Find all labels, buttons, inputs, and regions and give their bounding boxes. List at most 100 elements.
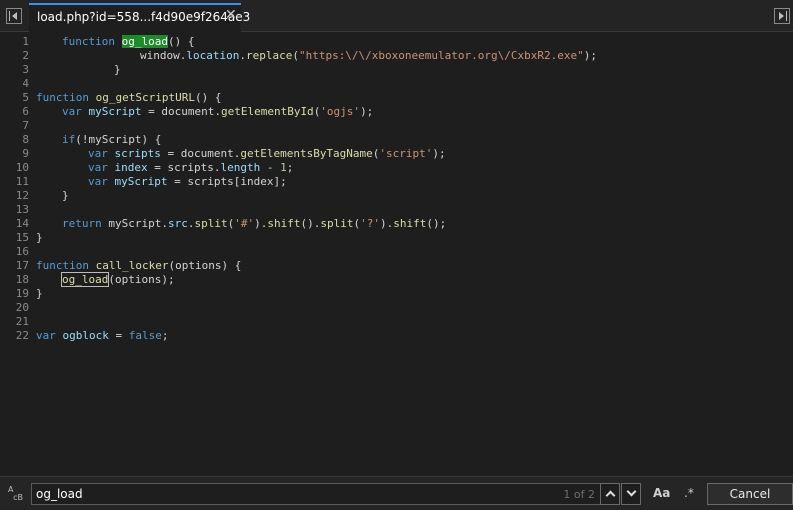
code-line: function call_locker(options) { <box>36 259 241 273</box>
code-line: function og_getScriptURL() { <box>36 91 221 105</box>
search-input[interactable]: og_load 1 of 2 <box>31 483 601 505</box>
chevron-down-icon <box>626 486 637 497</box>
line-number: 18 <box>15 273 29 286</box>
line-number-gutter: 1 2 3 4 5 6 7 8 9 10 11 12 13 14 15 16 1… <box>0 32 29 476</box>
line-number: 20 <box>15 301 29 314</box>
code-content[interactable]: function og_load() { window.location.rep… <box>36 32 786 476</box>
code-token: ; <box>161 329 169 342</box>
code-token: getElementsByTagName <box>240 147 373 160</box>
variable: ogblock <box>62 329 109 342</box>
next-match-button[interactable] <box>621 483 641 505</box>
variable: index <box>114 161 148 174</box>
line-number: 1 <box>22 35 29 48</box>
line-number: 13 <box>15 203 29 216</box>
code-token: myScript. <box>101 217 168 230</box>
function-name: og_getScriptURL <box>95 91 195 104</box>
code-token: (); <box>426 217 447 230</box>
code-token: = scripts[index]; <box>167 175 287 188</box>
string-literal: "https:\/\/xboxoneemulator.org\/CxbxR2.e… <box>298 49 584 62</box>
variable: scripts <box>114 147 161 160</box>
code-token: (options) { <box>168 259 242 272</box>
code-token: ). <box>254 217 268 230</box>
code-token: . <box>239 49 246 62</box>
code-token: ); <box>432 147 446 160</box>
code-line: og_load(options); <box>60 272 175 287</box>
code-token: shift <box>393 217 427 230</box>
search-input-value: og_load <box>36 487 83 501</box>
line-number: 11 <box>15 175 29 188</box>
keyword: var <box>88 161 108 174</box>
code-token: length <box>220 161 261 174</box>
code-line: var scripts = document.getElementsByTagN… <box>88 147 446 161</box>
line-number: 6 <box>22 105 29 118</box>
find-replace-icon[interactable]: A cB <box>8 486 26 502</box>
code-token: - <box>260 161 281 174</box>
line-number: 12 <box>15 189 29 202</box>
code-token: ); <box>360 105 374 118</box>
code-line: var index = scripts.length - 1; <box>88 161 293 175</box>
cancel-button[interactable]: Cancel <box>707 483 793 505</box>
code-line: } <box>62 189 69 202</box>
code-line: var myScript = scripts[index]; <box>88 175 287 189</box>
line-number: 2 <box>22 49 29 62</box>
line-number: 10 <box>15 161 29 174</box>
line-number: 9 <box>22 147 29 160</box>
code-token: () { <box>194 91 222 104</box>
tab-title: load.php?id=558...f4d90e9f264ae3 <box>37 10 251 24</box>
line-number: 21 <box>15 315 29 328</box>
number-literal: 1 <box>280 161 287 174</box>
code-token: window. <box>140 49 187 62</box>
function-name: call_locker <box>95 259 169 272</box>
line-number: 7 <box>22 119 29 132</box>
variable: myScript <box>88 105 142 118</box>
find-bar: A cB og_load 1 of 2 Aa .* Cancel <box>0 476 793 510</box>
code-line: if(!myScript) { <box>62 133 161 147</box>
code-token: (options); <box>108 273 175 286</box>
search-match: og_load <box>60 272 110 287</box>
string-literal: 'ogjs' <box>320 105 361 118</box>
keyword: var <box>88 147 108 160</box>
code-token: = <box>108 329 129 342</box>
code-token: location <box>186 49 240 62</box>
keyword: false <box>128 329 162 342</box>
close-icon[interactable]: ✕ <box>225 8 237 22</box>
line-number: 16 <box>15 245 29 258</box>
keyword: var <box>36 329 56 342</box>
line-number: 22 <box>15 329 29 342</box>
code-token: ; <box>286 161 294 174</box>
line-number: 15 <box>15 231 29 244</box>
string-literal: 'script' <box>379 147 433 160</box>
scroll-tabs-left-icon[interactable] <box>6 8 22 24</box>
code-token: = scripts. <box>147 161 221 174</box>
line-number: 5 <box>22 91 29 104</box>
match-case-button[interactable]: Aa <box>653 486 670 500</box>
active-tab[interactable]: load.php?id=558...f4d90e9f264ae3 ✕ <box>29 3 250 32</box>
keyword: function <box>36 259 89 272</box>
line-number: 14 <box>15 217 29 230</box>
previous-match-button[interactable] <box>600 483 620 505</box>
code-token: getElementById <box>220 105 314 118</box>
code-line: return myScript.src.split('#').shift().s… <box>62 217 446 231</box>
regex-button[interactable]: .* <box>684 486 694 500</box>
code-token: ); <box>583 49 597 62</box>
keyword: var <box>88 175 108 188</box>
code-token: () { <box>167 35 195 48</box>
code-editor[interactable]: 1 2 3 4 5 6 7 8 9 10 11 12 13 14 15 16 1… <box>0 32 793 476</box>
code-line: } <box>36 287 43 300</box>
code-token: ). <box>379 217 394 230</box>
keyword: function <box>36 91 89 104</box>
chevron-up-icon <box>605 490 616 501</box>
line-number: 4 <box>22 77 29 90</box>
code-token: replace <box>245 49 293 62</box>
line-number: 3 <box>22 63 29 76</box>
keyword: if <box>62 133 76 146</box>
line-number: 8 <box>22 133 29 146</box>
code-line: window.location.replace("https:\/\/xboxo… <box>140 49 597 63</box>
scroll-tabs-right-icon[interactable] <box>774 8 790 24</box>
line-number: 19 <box>15 287 29 300</box>
search-match-current: og_load <box>121 35 168 48</box>
code-token: = document. <box>160 147 241 160</box>
string-literal: '#' <box>234 217 255 230</box>
code-token: split <box>194 217 228 230</box>
keyword: function <box>62 35 115 48</box>
